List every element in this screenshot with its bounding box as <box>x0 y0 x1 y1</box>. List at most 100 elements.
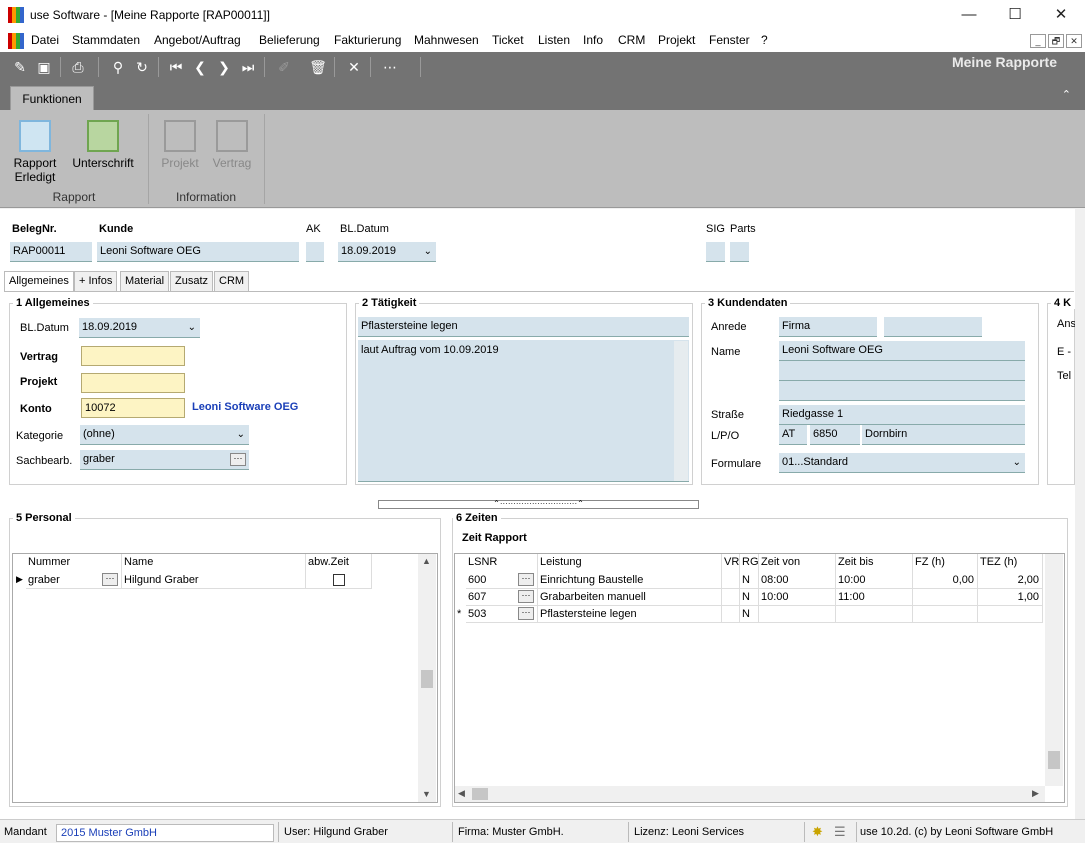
chevron-down-icon[interactable]: ⌄ <box>424 242 432 261</box>
unterschrift-button[interactable]: Unterschrift <box>70 120 136 170</box>
menu-projekt[interactable]: Projekt <box>658 33 695 47</box>
lookup-button[interactable]: ··· <box>518 590 534 603</box>
zeiten-cell-leistung[interactable]: Grabarbeiten manuell <box>538 589 722 606</box>
zeiten-cell-vr[interactable] <box>722 572 740 589</box>
mandant-field[interactable]: 2015 Muster GmbH <box>56 824 274 842</box>
name1-field[interactable]: Leoni Software OEG <box>779 341 1025 361</box>
bldatum-field[interactable]: 18.09.2019 ⌄ <box>79 318 200 338</box>
personal-cell-name[interactable]: Hilgund Graber <box>122 572 306 589</box>
menu-mahnwesen[interactable]: Mahnwesen <box>414 33 479 47</box>
tab-allgemeines[interactable]: Allgemeines <box>4 271 74 292</box>
taetigkeit-text-area[interactable]: laut Auftrag vom 10.09.2019 <box>358 340 689 482</box>
zeiten-col-vr[interactable]: VR <box>722 554 740 572</box>
zeiten-col-zeit-bis[interactable]: Zeit bis <box>836 554 913 572</box>
mdi-minimize-button[interactable]: _ <box>1030 34 1046 48</box>
zeiten-cell-von[interactable] <box>759 606 836 623</box>
scroll-up-icon[interactable]: ▲ <box>422 556 431 566</box>
sun-icon[interactable]: ✸ <box>808 824 823 842</box>
ort-field[interactable]: Dornbirn <box>862 425 1025 445</box>
zeiten-hscrollbar[interactable] <box>455 786 1045 802</box>
close-button[interactable]: ✕ <box>1038 0 1084 30</box>
zeiten-cell-tez[interactable] <box>978 606 1043 623</box>
zeiten-cell-bis[interactable]: 11:00 <box>836 589 913 606</box>
zeiten-cell-von[interactable]: 10:00 <box>759 589 836 606</box>
personal-scrollbar-thumb[interactable] <box>421 670 433 688</box>
mdi-close-button[interactable]: ✕ <box>1066 34 1082 48</box>
personal-col-name[interactable]: Name <box>122 554 306 572</box>
menu-help[interactable]: ? <box>761 33 768 47</box>
name3-field[interactable] <box>779 381 1025 401</box>
abwzeit-checkbox[interactable] <box>333 574 345 586</box>
maximize-button[interactable]: ☐ <box>992 0 1038 30</box>
zeiten-cell-lsnr[interactable]: 503 ··· <box>466 606 538 623</box>
anrede2-field[interactable] <box>884 317 982 337</box>
personal-cell-abwzeit[interactable] <box>306 572 372 589</box>
menu-belieferung[interactable]: Belieferung <box>259 33 320 47</box>
delete-icon[interactable]: 🗑 <box>308 57 328 77</box>
kategorie-select[interactable]: (ohne) ⌄ <box>80 425 249 445</box>
last-record-icon[interactable]: ⏭ <box>238 57 258 77</box>
plz-field[interactable]: 6850 <box>810 425 860 445</box>
cancel-icon[interactable]: ✕ <box>344 57 364 77</box>
zeiten-vscrollbar-thumb[interactable] <box>1048 751 1060 769</box>
zeiten-cell-tez[interactable]: 2,00 <box>978 572 1043 589</box>
name2-field[interactable] <box>779 361 1025 381</box>
vertrag-button[interactable]: Vertrag <box>210 120 254 170</box>
menu-crm[interactable]: CRM <box>618 33 645 47</box>
edit-icon[interactable]: ✎ <box>10 57 30 77</box>
zeiten-cell-rg[interactable]: N <box>740 589 759 606</box>
zeiten-cell-vr[interactable] <box>722 589 740 606</box>
bldatum-header-field[interactable]: 18.09.2019 ⌄ <box>338 242 436 262</box>
pen-icon[interactable]: ✐ <box>274 57 294 77</box>
zeiten-cell-tez[interactable]: 1,00 <box>978 589 1043 606</box>
scroll-right-icon[interactable]: ▶ <box>1032 788 1039 799</box>
taetigkeit-betreff-field[interactable]: Pflastersteine legen <box>358 317 689 337</box>
zeiten-cell-bis[interactable] <box>836 606 913 623</box>
land-field[interactable]: AT <box>779 425 807 445</box>
zeiten-cell-bis[interactable]: 10:00 <box>836 572 913 589</box>
scroll-left-icon[interactable]: ◀ <box>458 788 465 799</box>
lookup-button[interactable]: ··· <box>518 607 534 620</box>
lookup-button[interactable]: ··· <box>518 573 534 586</box>
more-icon[interactable]: ⋯ <box>380 57 400 77</box>
personal-col-nummer[interactable]: Nummer <box>26 554 122 572</box>
konto-field[interactable]: 10072 <box>81 398 185 418</box>
lookup-button[interactable]: ··· <box>230 453 246 466</box>
menu-listen[interactable]: Listen <box>538 33 570 47</box>
tab-funktionen[interactable]: Funktionen <box>10 86 94 110</box>
projekt-button[interactable]: Projekt <box>158 120 202 170</box>
search-icon[interactable]: ⚲ <box>108 57 128 77</box>
zeiten-cell-von[interactable]: 08:00 <box>759 572 836 589</box>
zeiten-cell-rg[interactable]: N <box>740 572 759 589</box>
kunde-field[interactable]: Leoni Software OEG <box>97 242 299 262</box>
menu-stammdaten[interactable]: Stammdaten <box>72 33 140 47</box>
mdi-restore-button[interactable]: 🗗 <box>1048 34 1064 48</box>
textarea-scrollbar[interactable] <box>674 341 688 481</box>
mdi-app-icon[interactable] <box>8 33 24 49</box>
zeiten-cell-rg[interactable]: N <box>740 606 759 623</box>
tab-zusatz[interactable]: Zusatz <box>170 271 214 291</box>
ak-field[interactable] <box>306 242 324 262</box>
zeiten-col-fz[interactable]: FZ (h) <box>913 554 978 572</box>
menu-fenster[interactable]: Fenster <box>709 33 750 47</box>
zeiten-col-tez[interactable]: TEZ (h) <box>978 554 1043 572</box>
save-icon[interactable]: ▣ <box>34 57 54 77</box>
chevron-down-icon[interactable]: ⌄ <box>1013 453 1021 472</box>
zeiten-cell-lsnr[interactable]: 607 ··· <box>466 589 538 606</box>
chevron-down-icon[interactable]: ⌄ <box>237 425 245 444</box>
minimize-button[interactable]: — <box>946 0 992 30</box>
tab-infos[interactable]: + Infos <box>74 271 118 291</box>
personal-col-abwzeit[interactable]: abw.Zeit <box>306 554 372 572</box>
stack-icon[interactable]: ☰ <box>830 824 846 842</box>
zeiten-cell-vr[interactable] <box>722 606 740 623</box>
zeiten-col-leistung[interactable]: Leistung <box>538 554 722 572</box>
menu-angebot-auftrag[interactable]: Angebot/Auftrag <box>154 33 241 47</box>
menu-info[interactable]: Info <box>583 33 603 47</box>
rapport-erledigt-button[interactable]: Rapport Erledigt <box>10 120 60 184</box>
refresh-icon[interactable]: ↻ <box>132 57 152 77</box>
zeiten-cell-lsnr[interactable]: 600 ··· <box>466 572 538 589</box>
anrede-field[interactable]: Firma <box>779 317 877 337</box>
personal-cell-nummer[interactable]: graber ··· <box>26 572 122 589</box>
zeiten-col-zeit-von[interactable]: Zeit von <box>759 554 836 572</box>
lookup-button[interactable]: ··· <box>102 573 118 586</box>
